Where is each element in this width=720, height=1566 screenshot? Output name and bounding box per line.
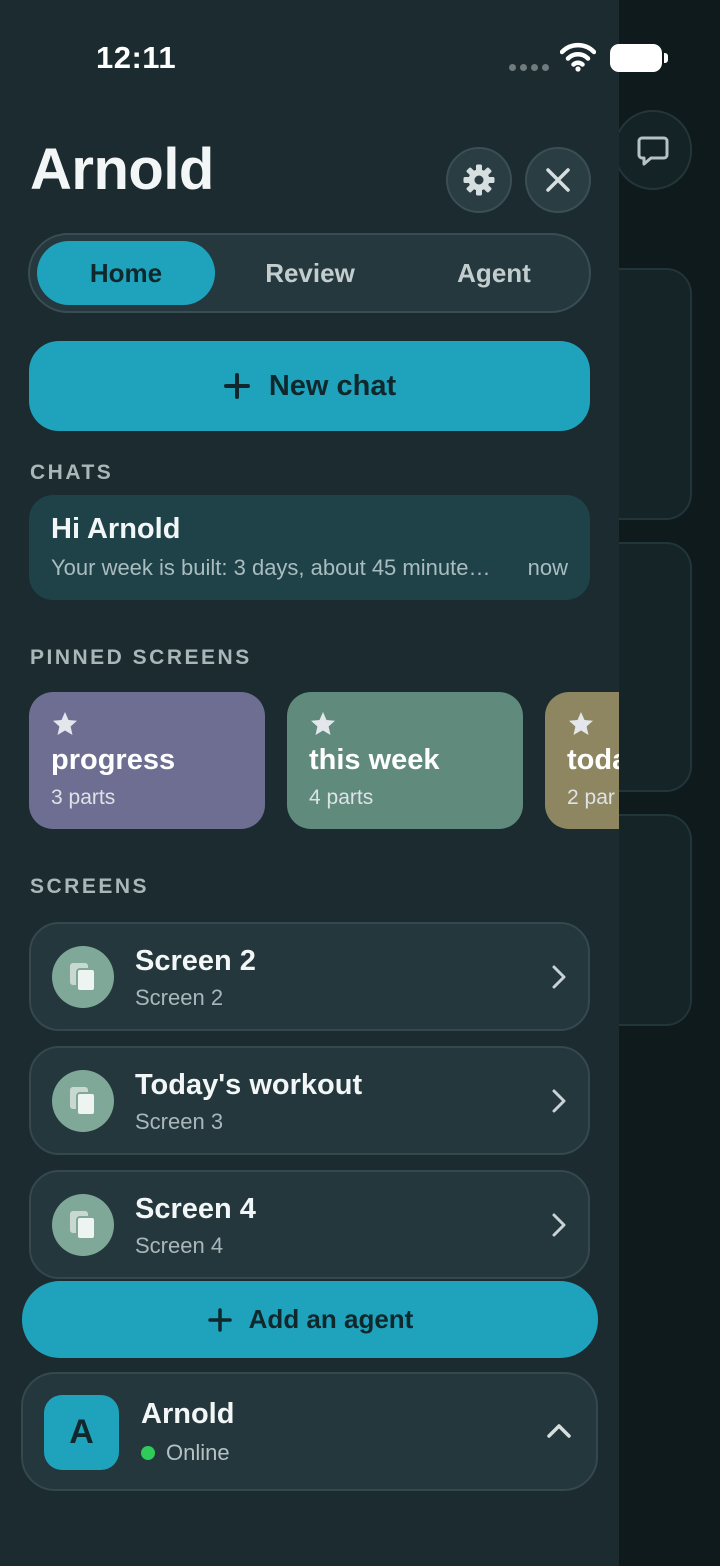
star-icon bbox=[53, 712, 77, 735]
pinned-screen-subtitle: 3 parts bbox=[51, 786, 116, 809]
star-icon bbox=[311, 712, 335, 735]
profile-name: Arnold bbox=[141, 1398, 235, 1430]
add-agent-button[interactable]: Add an agent bbox=[22, 1281, 598, 1358]
screen-title: Today's workout bbox=[135, 1069, 363, 1101]
chat-timestamp: now bbox=[527, 555, 568, 580]
screen-subtitle: Screen 4 bbox=[135, 1233, 224, 1258]
star-icon bbox=[569, 712, 593, 735]
page-title: Arnold bbox=[30, 137, 214, 202]
chat-preview: Your week is built: 3 days, about 45 min… bbox=[51, 555, 491, 580]
online-dot-icon bbox=[141, 1446, 155, 1460]
battery-icon bbox=[610, 44, 668, 72]
pinned-screen-card[interactable]: progress 3 parts bbox=[29, 692, 265, 829]
tab-agent[interactable]: Agent bbox=[405, 241, 583, 305]
screen-title: Screen 4 bbox=[135, 1193, 256, 1225]
wifi-icon bbox=[560, 42, 596, 72]
section-label-pinned-screens: PINNED SCREENS bbox=[30, 646, 252, 669]
screen-list-item[interactable]: Today's workout Screen 3 bbox=[29, 1046, 590, 1155]
tab-review[interactable]: Review bbox=[221, 241, 399, 305]
screen-list-item[interactable]: Screen 4 Screen 4 bbox=[29, 1170, 590, 1279]
tab-home[interactable]: Home bbox=[37, 241, 215, 305]
pinned-screen-title: toda bbox=[567, 744, 619, 776]
presence-status: Online bbox=[141, 1440, 230, 1466]
screen-subtitle: Screen 2 bbox=[135, 985, 224, 1010]
screen-subtitle: Screen 3 bbox=[135, 1109, 224, 1134]
screen-title: Screen 2 bbox=[135, 945, 256, 977]
close-icon bbox=[546, 168, 570, 192]
tab-bar: Home Review Agent bbox=[28, 233, 591, 313]
settings-button[interactable] bbox=[446, 147, 512, 213]
screen-icon bbox=[52, 1070, 114, 1132]
chevron-right-icon bbox=[552, 1213, 566, 1237]
screen-icon bbox=[52, 946, 114, 1008]
chat-bubble-button[interactable] bbox=[614, 110, 692, 190]
pinned-screen-title: progress bbox=[51, 744, 176, 776]
pinned-screen-title: this week bbox=[309, 744, 440, 776]
chat-list-item[interactable]: Hi Arnold Your week is built: 3 days, ab… bbox=[29, 495, 590, 600]
signal-dots-icon bbox=[509, 64, 549, 71]
chevron-up-icon[interactable] bbox=[546, 1422, 572, 1440]
profile-card[interactable]: A Arnold Online bbox=[21, 1372, 598, 1491]
pinned-screens-carousel[interactable]: progress 3 parts this week 4 parts toda … bbox=[0, 692, 619, 830]
message-icon bbox=[637, 136, 669, 166]
screen-list-item[interactable]: Screen 2 Screen 2 bbox=[29, 922, 590, 1031]
pinned-screen-subtitle: 2 par bbox=[567, 786, 615, 809]
side-drawer: 12:11 Arnold Home Review Agent New chat … bbox=[0, 0, 668, 1566]
status-bar: 12:11 bbox=[0, 0, 668, 110]
close-button[interactable] bbox=[525, 147, 591, 213]
screen-icon bbox=[52, 1194, 114, 1256]
status-text: Online bbox=[166, 1440, 230, 1465]
add-agent-label: Add an agent bbox=[248, 1304, 414, 1334]
gear-icon bbox=[463, 164, 495, 196]
avatar: A bbox=[44, 1395, 119, 1470]
copy-icon bbox=[70, 1211, 96, 1240]
section-label-screens: SCREENS bbox=[30, 875, 150, 898]
plus-icon bbox=[223, 373, 250, 399]
status-time: 12:11 bbox=[96, 40, 177, 75]
new-chat-label: New chat bbox=[268, 369, 397, 402]
chevron-right-icon bbox=[552, 965, 566, 989]
chat-title: Hi Arnold bbox=[51, 513, 181, 545]
chevron-right-icon bbox=[552, 1089, 566, 1113]
pinned-screen-card[interactable]: toda 2 par bbox=[545, 692, 619, 829]
section-label-chats: CHATS bbox=[30, 461, 114, 484]
copy-icon bbox=[70, 1087, 96, 1116]
plus-icon bbox=[207, 1307, 232, 1332]
copy-icon bbox=[70, 963, 96, 992]
pinned-screen-card[interactable]: this week 4 parts bbox=[287, 692, 523, 829]
new-chat-button[interactable]: New chat bbox=[29, 341, 590, 431]
pinned-screen-subtitle: 4 parts bbox=[309, 786, 374, 809]
